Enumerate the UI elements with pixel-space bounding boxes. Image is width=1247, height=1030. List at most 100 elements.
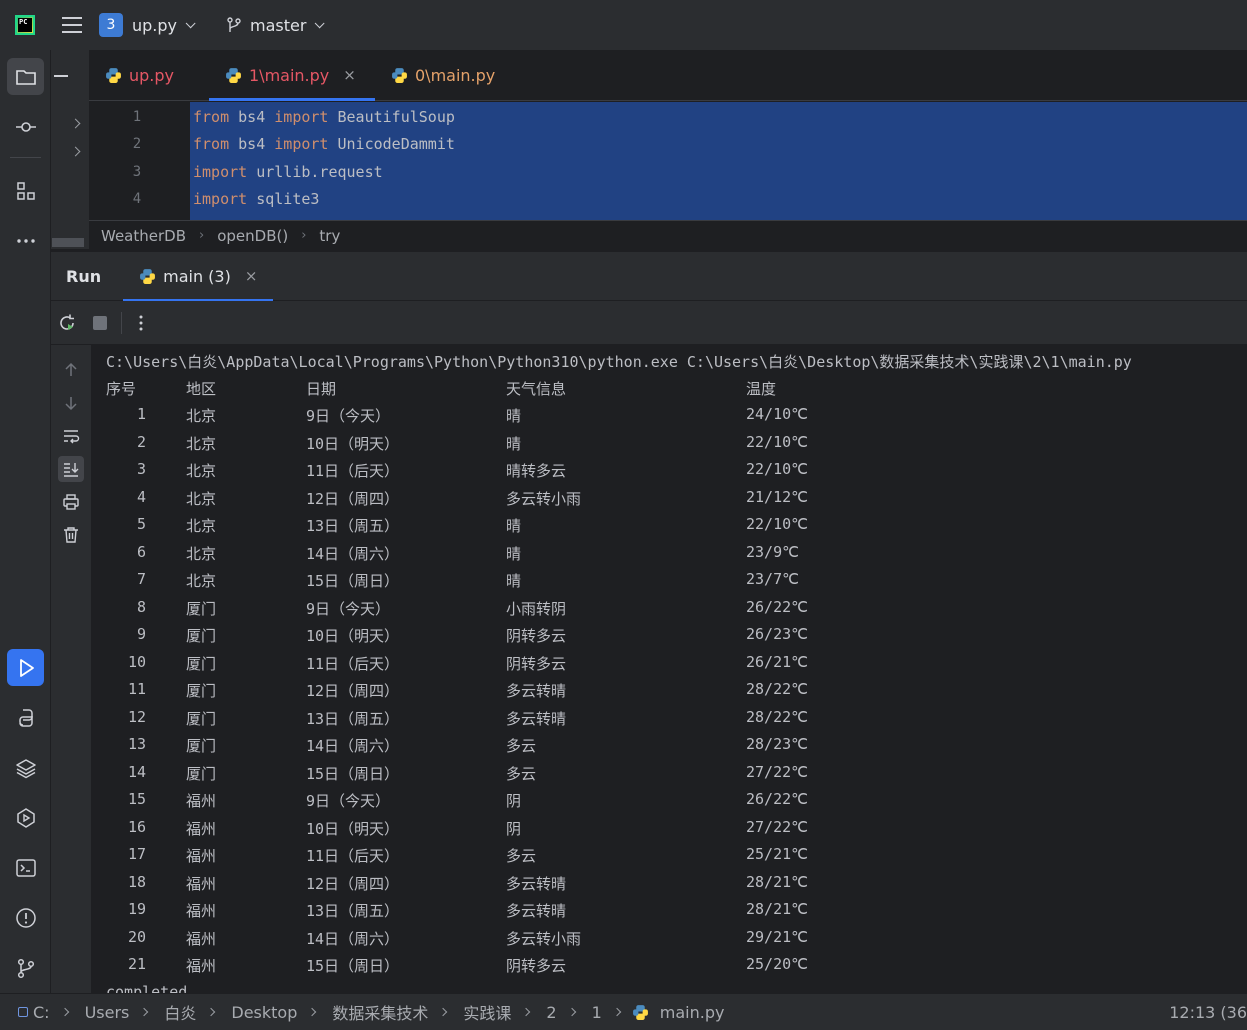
expand-arrow-icon[interactable] [70,118,81,129]
stop-icon[interactable] [90,313,110,333]
project-tool-button[interactable] [7,58,44,95]
main-menu-icon[interactable] [62,17,82,33]
project-name[interactable]: up.py [132,16,177,35]
clear-all-button[interactable] [58,522,84,548]
row-index: 11 [127,680,146,698]
structure-icon [16,181,35,200]
caret-position[interactable]: 12:13 (36 [1169,1003,1247,1022]
down-stack-button[interactable] [58,390,84,416]
chevron-right-icon [567,1007,576,1017]
row-weather: 阴转多云 [506,627,567,645]
terminal-icon [15,858,36,877]
status-path-item[interactable]: 数据采集技术 [332,1000,428,1024]
up-stack-button[interactable] [58,357,84,383]
chevron-down-icon[interactable] [185,17,196,28]
run-tab-main[interactable]: main (3) × [123,251,274,302]
row-city: 福州 [186,929,217,948]
problems-tool-button[interactable] [7,899,44,936]
table-row: 8 厦门 9日（今天） 小雨转阴 26/22℃ [91,598,1247,625]
header-city: 地区 [186,380,217,398]
row-city: 北京 [186,572,217,590]
status-path-item[interactable]: C: [33,1003,50,1022]
status-path-item[interactable]: 白炎 [164,1000,196,1024]
status-path-item[interactable]: 1 [592,1003,602,1022]
row-temp: 27/22℃ [746,817,808,836]
status-path-item[interactable]: 实践课 [463,1000,511,1024]
row-date: 15日（周日） [306,764,400,783]
breadcrumb-item[interactable]: try [319,227,340,245]
row-date: 11日（后天） [306,654,400,673]
minimize-icon[interactable] [54,75,68,77]
git-tool-button[interactable] [7,949,44,986]
row-temp: 25/20℃ [746,955,808,973]
row-date: 12日（周四） [306,874,400,893]
project-badge[interactable]: 3 [99,13,123,37]
tab-up-py[interactable]: up.py [89,50,199,100]
python-file-icon [632,1004,648,1020]
tab-label: up.py [129,65,175,85]
python-console-tool-button[interactable] [7,699,44,736]
row-weather: 晴 [506,572,522,590]
line-gutter: 1 2 3 4 [89,101,189,220]
row-temp: 22/10℃ [746,515,808,533]
python-packages-tool-button[interactable] [7,749,44,786]
code-line[interactable]: from bs4 import BeautifulSoup [193,108,455,126]
pycharm-logo-icon[interactable]: PC [15,15,35,35]
row-index: 3 [136,460,146,478]
scroll-to-end-button[interactable] [58,456,84,482]
scroll-to-end-icon [64,463,79,477]
problems-icon [15,907,36,928]
close-icon[interactable]: × [343,66,356,84]
status-path-item[interactable]: 2 [546,1003,556,1022]
row-weather: 多云转晴 [506,874,567,893]
row-date: 14日（周六） [306,929,400,948]
terminal-tool-button[interactable] [7,849,44,886]
row-temp: 26/22℃ [746,790,808,808]
structure-tool-button[interactable] [7,172,44,209]
horizontal-scrollbar[interactable] [52,238,84,247]
status-path-item[interactable]: Users [85,1003,130,1022]
row-date: 10日（明天） [306,434,400,453]
row-date: 13日（周五） [306,902,400,920]
row-index: 5 [136,515,146,533]
run-toolbar [51,301,1247,345]
chevron-right-icon [612,1007,622,1017]
code-line[interactable]: from bs4 import UnicodeDammit [193,135,455,153]
soft-wrap-button[interactable] [58,423,84,449]
status-path-item[interactable]: main.py [660,1003,725,1022]
services-tool-button[interactable] [7,799,44,836]
tab-1-main-py[interactable]: 1\main.py × [209,50,375,101]
tab-0-main-py[interactable]: 0\main.py [375,50,505,100]
status-path-item[interactable]: Desktop [231,1003,297,1022]
row-index: 14 [127,762,146,781]
run-tool-button[interactable] [7,649,44,686]
commit-icon [15,121,36,132]
print-button[interactable] [58,489,84,515]
run-console[interactable]: C:\Users\白炎\AppData\Local\Programs\Pytho… [91,345,1247,993]
chevron-down-icon[interactable] [315,17,326,28]
table-row: 20 福州 14日（周六） 多云转小雨 29/21℃ [91,928,1247,955]
code-line[interactable]: import urllib.request [193,163,383,181]
code-editor[interactable]: 1 2 3 4 from bs4 import BeautifulSoup fr… [89,101,1247,220]
more-tools-button[interactable] [7,222,44,259]
expand-arrow-icon[interactable] [70,146,81,157]
row-temp: 28/23℃ [746,735,808,753]
code-line[interactable]: import sqlite3 [193,190,319,208]
row-weather: 多云转晴 [506,709,567,728]
close-icon[interactable]: × [245,267,258,285]
chevron-right-icon: › [199,228,205,243]
breadcrumb-item[interactable]: openDB() [217,227,288,245]
row-city: 北京 [186,462,217,480]
more-vertical-icon[interactable] [131,313,151,333]
chevron-right-icon [207,1007,216,1017]
branch-name[interactable]: master [250,16,306,35]
row-date: 11日（后天） [306,462,400,480]
chevron-right-icon [522,1007,531,1017]
table-row: 9 厦门 10日（明天） 阴转多云 26/23℃ [91,625,1247,652]
run-tool-window-header: Run main (3) × [51,251,1247,302]
breadcrumb-item[interactable]: WeatherDB [101,227,186,245]
rerun-icon[interactable] [57,313,77,333]
tab-label: 0\main.py [415,65,496,85]
commit-tool-button[interactable] [7,108,44,145]
row-temp: 22/10℃ [746,432,808,451]
